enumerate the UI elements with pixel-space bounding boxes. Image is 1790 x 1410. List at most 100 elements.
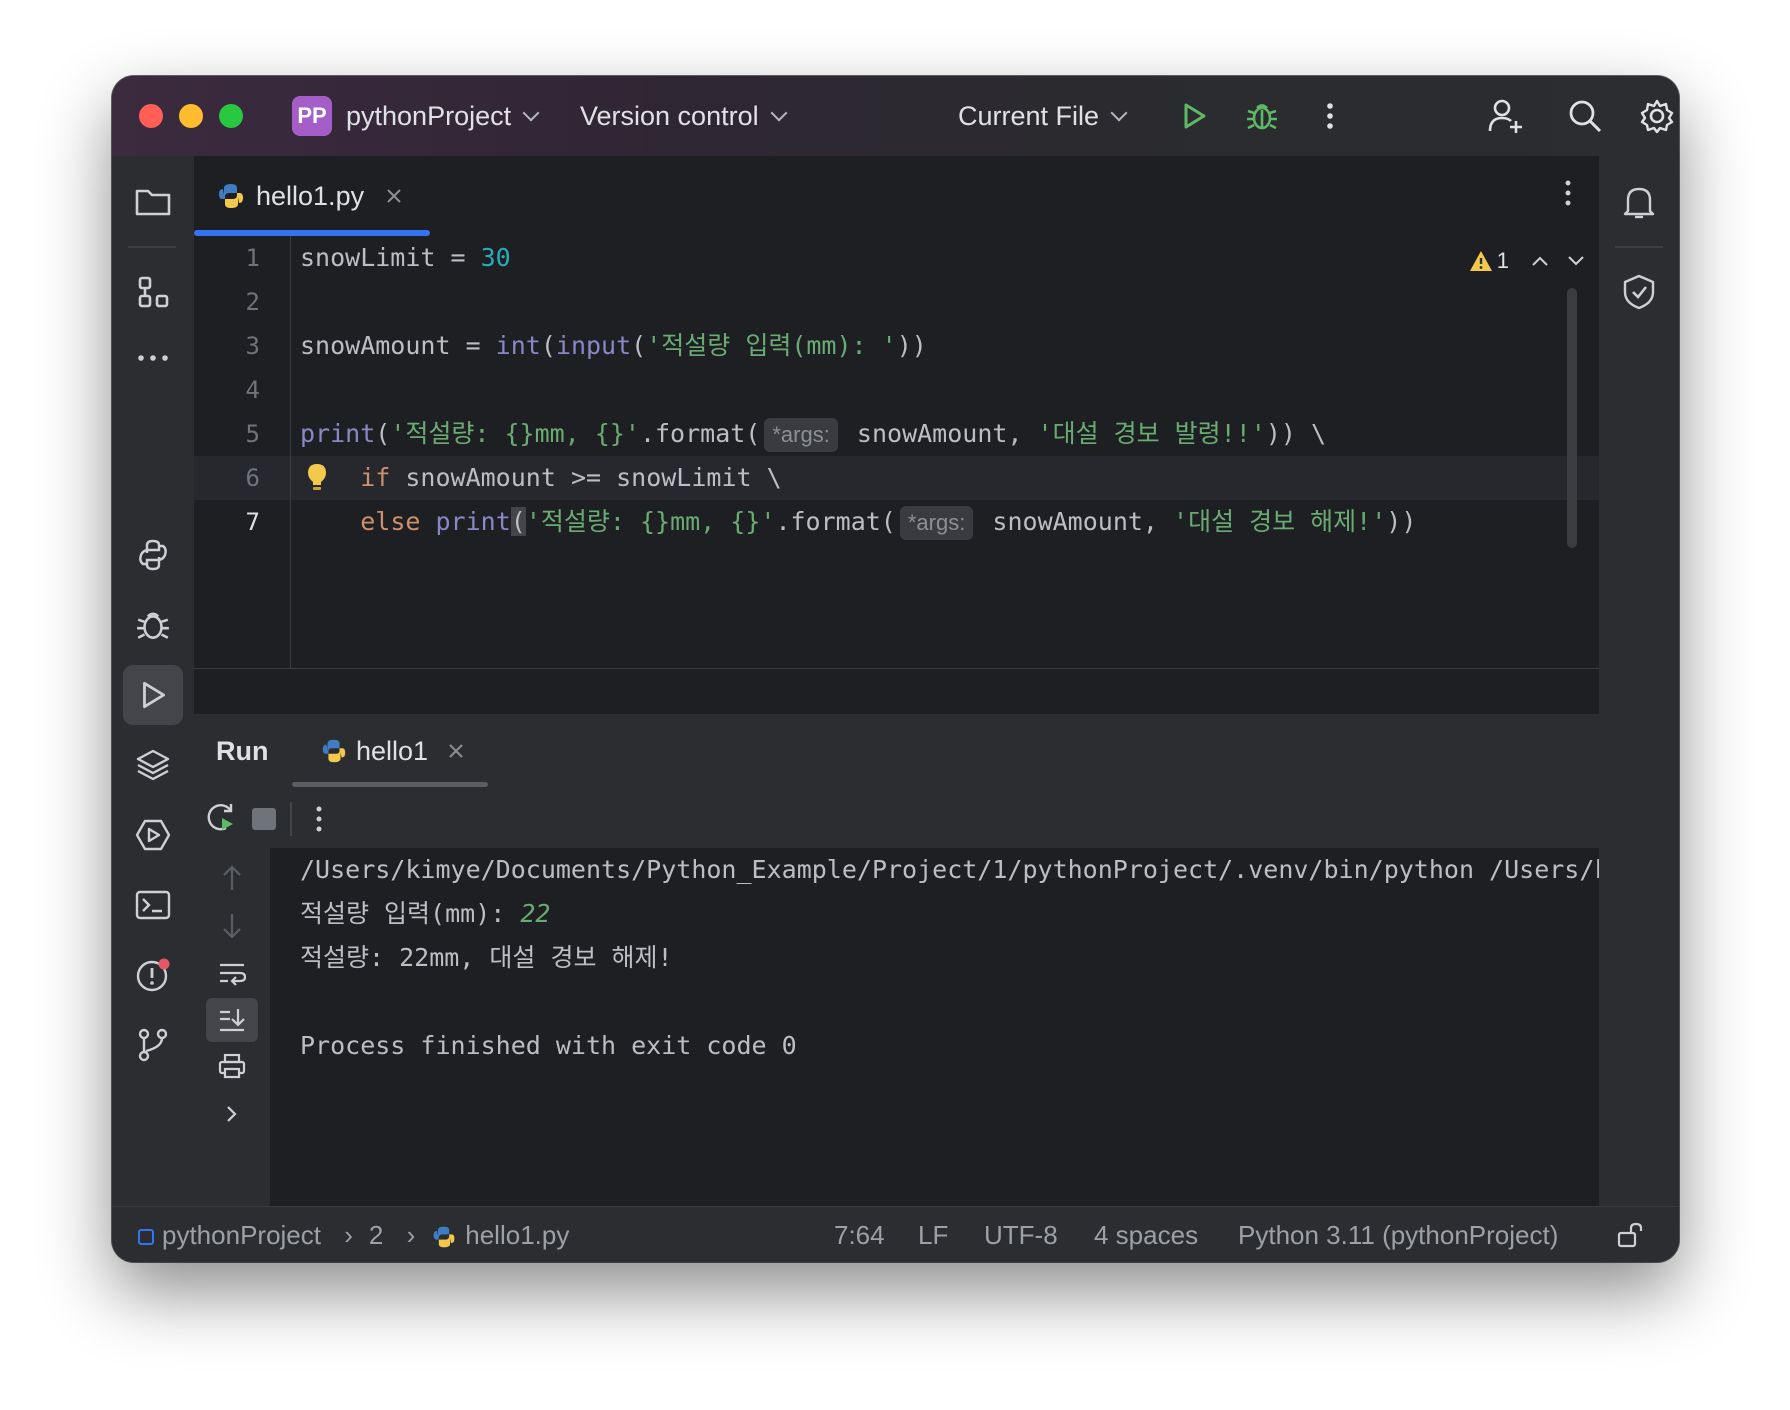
editor-scrollbar[interactable] xyxy=(1567,288,1577,548)
expand-toolbar-button[interactable] xyxy=(206,1092,258,1136)
next-occurrence-button[interactable] xyxy=(206,904,258,948)
project-name: pythonProject xyxy=(346,101,512,131)
python-file-icon xyxy=(433,1226,455,1248)
chevron-down-icon xyxy=(1110,104,1128,122)
print-button[interactable] xyxy=(206,1044,258,1088)
play-icon xyxy=(1184,103,1206,129)
stop-button[interactable] xyxy=(252,808,276,830)
scroll-to-end-button[interactable] xyxy=(206,998,258,1042)
previous-occurrence-button[interactable] xyxy=(206,856,258,900)
editor-tab-hello1[interactable]: hello1.py xyxy=(216,156,402,236)
git-tool-button[interactable] xyxy=(123,1015,183,1075)
line-number: 5 xyxy=(245,420,260,448)
python-file-icon xyxy=(322,739,346,763)
down-arrow-icon xyxy=(223,914,241,939)
project-tool-button[interactable] xyxy=(123,172,183,232)
chevron-down-icon xyxy=(770,104,788,122)
settings-icon xyxy=(1640,99,1674,134)
breadcrumb-folder[interactable]: 2 xyxy=(369,1220,383,1250)
rerun-button[interactable] xyxy=(204,800,238,839)
layers-icon xyxy=(136,749,170,781)
soft-wrap-button[interactable] xyxy=(206,952,258,996)
chevron-up-icon[interactable] xyxy=(1531,255,1549,267)
warning-icon xyxy=(1469,251,1492,271)
close-icon[interactable] xyxy=(386,188,402,204)
run-icon xyxy=(143,681,166,709)
warning-count: 1 xyxy=(1496,248,1509,273)
more-tools-button[interactable] xyxy=(123,328,183,388)
console-command-line: /Users/kimye/Documents/Python_Example/Pr… xyxy=(300,855,1599,884)
python-packages-button[interactable] xyxy=(123,735,183,795)
close-window-button[interactable] xyxy=(139,104,163,128)
debug-icon xyxy=(137,612,169,639)
breadcrumb-project[interactable]: pythonProject xyxy=(162,1220,321,1250)
zoom-window-button[interactable] xyxy=(219,104,243,128)
more-vertical-icon xyxy=(1565,180,1571,206)
chevron-right-icon: › xyxy=(344,1220,353,1250)
structure-tool-button[interactable] xyxy=(123,262,183,322)
indent-setting[interactable]: 4 spaces xyxy=(1094,1207,1198,1262)
lock-icon xyxy=(1617,1222,1643,1248)
run-tool-button[interactable] xyxy=(123,665,183,725)
run-button[interactable] xyxy=(1172,94,1216,138)
services-tool-button[interactable] xyxy=(123,805,183,865)
project-badge[interactable]: PP xyxy=(292,96,332,136)
ai-assistant-button[interactable] xyxy=(1609,262,1669,322)
divider xyxy=(1615,246,1663,248)
more-icon xyxy=(138,355,168,361)
editor-bottom-area xyxy=(194,668,1599,715)
run-toolbar xyxy=(194,788,1599,849)
more-vertical-icon xyxy=(316,806,322,832)
read-only-toggle[interactable] xyxy=(1616,1221,1644,1249)
add-user-icon xyxy=(1488,99,1522,133)
notifications-icon xyxy=(1623,187,1655,219)
breadcrumb-file[interactable]: hello1.py xyxy=(465,1220,569,1250)
line-number: 6 xyxy=(245,464,260,492)
python-interpreter[interactable]: Python 3.11 (pythonProject) xyxy=(1238,1207,1558,1262)
parameter-hint: *args: xyxy=(764,418,838,452)
soft-wrap-icon xyxy=(220,963,247,986)
file-encoding[interactable]: UTF-8 xyxy=(984,1207,1058,1262)
add-user-button[interactable] xyxy=(1484,94,1528,138)
caret-position[interactable]: 7:64 xyxy=(834,1207,885,1262)
debug-tool-button[interactable] xyxy=(123,595,183,655)
console-output-line: 적설량: 22mm, 대설 경보 해제! xyxy=(300,943,673,972)
line-ending[interactable]: LF xyxy=(918,1207,948,1262)
notifications-button[interactable] xyxy=(1609,172,1669,232)
chevron-down-icon[interactable] xyxy=(1567,255,1585,267)
run-config-label: Current File xyxy=(958,101,1100,131)
run-more-button[interactable] xyxy=(314,804,324,839)
chevron-down-icon xyxy=(522,104,540,122)
title-bar: PP pythonProject Version control Current… xyxy=(112,76,1679,156)
line-number-current: 7 xyxy=(245,508,260,536)
more-actions-button[interactable] xyxy=(1308,94,1352,138)
run-tab-hello1[interactable]: hello1 xyxy=(320,714,464,788)
python-console-button[interactable] xyxy=(123,525,183,585)
divider xyxy=(128,246,176,248)
code-editor[interactable]: 1 2 3 4 5 6 7 snowLimit = 30 snowAmount … xyxy=(194,236,1599,668)
console-exit-line: Process finished with exit code 0 xyxy=(300,1031,797,1060)
run-config-selector[interactable]: Current File xyxy=(958,96,1128,136)
python-console-icon xyxy=(139,539,167,571)
module-icon xyxy=(138,1229,154,1246)
line-number: 1 xyxy=(245,244,260,272)
code-line-5: print('적설량: {}mm, {}'.format(*args: snow… xyxy=(300,412,1326,456)
tab-more-button[interactable] xyxy=(1563,178,1573,213)
terminal-tool-button[interactable] xyxy=(123,875,183,935)
inspection-widget[interactable]: 1 xyxy=(1469,248,1585,274)
console-input-line: 적설량 입력(mm): 22 xyxy=(300,899,551,928)
debug-button[interactable] xyxy=(1240,94,1284,138)
problems-tool-button[interactable] xyxy=(123,945,183,1005)
terminal-icon xyxy=(135,890,171,920)
search-button[interactable] xyxy=(1563,94,1607,138)
problems-icon xyxy=(136,958,170,992)
print-icon xyxy=(218,1053,246,1079)
minimize-window-button[interactable] xyxy=(179,104,203,128)
project-selector[interactable]: pythonProject xyxy=(346,96,540,136)
chevron-right-icon xyxy=(227,1106,237,1122)
run-console-output[interactable]: /Users/kimye/Documents/Python_Example/Pr… xyxy=(270,848,1599,1206)
services-icon xyxy=(135,819,171,851)
vcs-selector[interactable]: Version control xyxy=(580,96,788,136)
close-icon[interactable] xyxy=(448,743,464,759)
settings-button[interactable] xyxy=(1635,94,1679,138)
